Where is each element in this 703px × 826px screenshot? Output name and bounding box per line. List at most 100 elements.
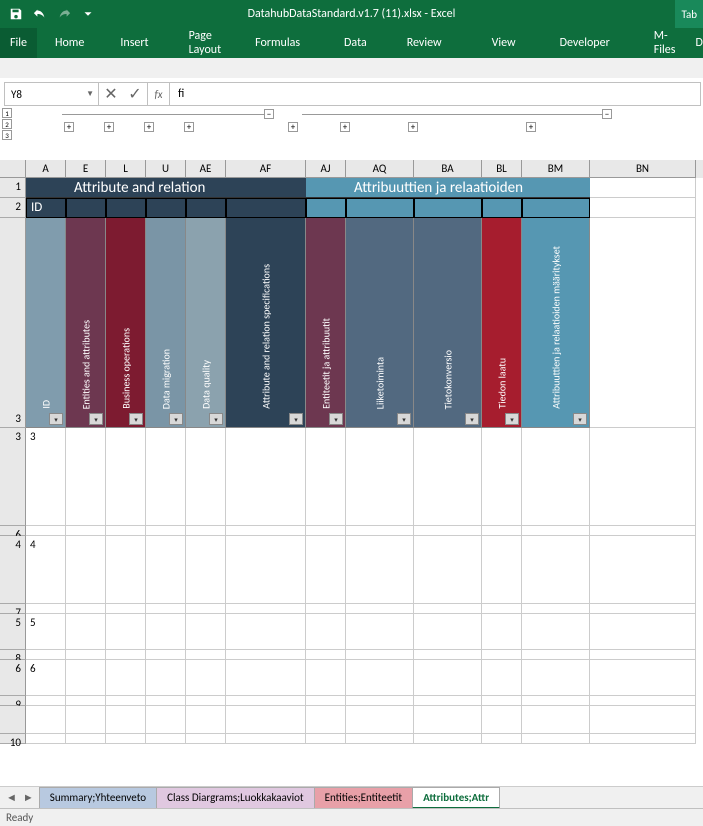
outline-level-2[interactable]: 2 (2, 119, 12, 129)
contextual-tab[interactable]: Tab (675, 0, 703, 28)
row-header[interactable]: 3 (0, 218, 26, 428)
ribbon-tab-home[interactable]: Home (45, 28, 94, 58)
col-header[interactable]: AF (226, 160, 306, 178)
ribbon-tab-view[interactable]: View (482, 28, 526, 58)
outline-expand-button[interactable]: + (104, 122, 114, 132)
cell[interactable] (186, 650, 226, 660)
cell[interactable] (66, 734, 106, 744)
outline-expand-button[interactable]: + (340, 122, 350, 132)
cell[interactable] (66, 660, 106, 696)
cell[interactable] (146, 428, 186, 526)
row-header[interactable]: 10 (0, 734, 26, 744)
cell[interactable] (226, 536, 306, 604)
col-header[interactable]: AJ (306, 160, 346, 178)
filter-dropdown[interactable]: ▾ (169, 413, 183, 425)
ribbon-tab-developer[interactable]: Developer (550, 28, 620, 58)
row-header[interactable]: 4 (0, 536, 26, 604)
cell[interactable] (522, 706, 590, 734)
cell[interactable] (414, 614, 482, 650)
prev-sheet-button[interactable]: ◄ (6, 791, 17, 804)
cell[interactable] (346, 660, 414, 696)
cell[interactable] (66, 526, 106, 536)
cell[interactable] (226, 706, 306, 734)
cell[interactable] (226, 660, 306, 696)
outline-collapse-button[interactable]: − (602, 109, 612, 119)
cell[interactable] (146, 660, 186, 696)
cell[interactable] (482, 650, 522, 660)
cell[interactable] (414, 428, 482, 526)
cell[interactable] (522, 650, 590, 660)
col-header[interactable]: BL (482, 160, 522, 178)
merged-title-2[interactable]: Attribuuttien ja relaatioiden (306, 178, 590, 198)
cell[interactable] (482, 660, 522, 696)
cell[interactable] (590, 428, 696, 526)
cell[interactable] (26, 650, 66, 660)
cell[interactable] (590, 696, 696, 706)
cell[interactable] (226, 734, 306, 744)
col-header[interactable]: BA (414, 160, 482, 178)
cell[interactable] (482, 696, 522, 706)
cell[interactable] (186, 696, 226, 706)
cell[interactable] (522, 526, 590, 536)
cell[interactable] (106, 536, 146, 604)
col-header[interactable]: L (106, 160, 146, 178)
cell[interactable] (414, 696, 482, 706)
column-header-cell[interactable]: ID▾ (26, 218, 66, 428)
outline-expand-button[interactable]: + (288, 122, 298, 132)
cell[interactable] (186, 526, 226, 536)
cell[interactable] (522, 428, 590, 526)
cell[interactable] (106, 526, 146, 536)
cell[interactable] (146, 604, 186, 614)
cell[interactable] (226, 198, 306, 218)
filter-dropdown[interactable]: ▾ (465, 413, 479, 425)
cell[interactable] (186, 660, 226, 696)
cell[interactable] (26, 734, 66, 744)
cell[interactable] (306, 614, 346, 650)
cell[interactable] (226, 526, 306, 536)
col-header[interactable]: E (66, 160, 106, 178)
outline-expand-button[interactable]: + (526, 122, 536, 132)
ribbon-tab-review[interactable]: Review (397, 28, 452, 58)
sheet-tab[interactable]: Class Diargrams;Luokkakaaviot (156, 787, 315, 809)
cell[interactable] (186, 734, 226, 744)
outline-expand-button[interactable]: + (64, 122, 74, 132)
filter-dropdown[interactable]: ▾ (89, 413, 103, 425)
outline-expand-button[interactable]: + (144, 122, 154, 132)
ribbon-tab-file[interactable]: File (0, 28, 37, 58)
column-header-cell[interactable]: Attribuuttien ja relaatioiden määritykse… (522, 218, 590, 428)
cell[interactable] (106, 696, 146, 706)
cell[interactable]: ID (26, 198, 66, 218)
outline-level-3[interactable]: 3 (2, 130, 12, 140)
enter-formula-button[interactable]: ✓ (123, 83, 147, 105)
cell[interactable] (226, 696, 306, 706)
cell[interactable] (306, 428, 346, 526)
cell[interactable] (346, 526, 414, 536)
outline-collapse-button[interactable]: − (264, 109, 274, 119)
cell[interactable] (414, 660, 482, 696)
cell[interactable] (590, 614, 696, 650)
col-header[interactable]: AQ (346, 160, 414, 178)
sheet-tab[interactable]: Summary;Yhteenveto (39, 787, 157, 809)
column-header-cell[interactable]: Attribute and relation specifications▾ (226, 218, 306, 428)
col-header[interactable]: BN (590, 160, 696, 178)
filter-dropdown[interactable]: ▾ (573, 413, 587, 425)
cell[interactable] (590, 536, 696, 604)
cell[interactable] (482, 536, 522, 604)
cell[interactable] (146, 614, 186, 650)
ribbon-tab-d[interactable]: D (685, 28, 703, 58)
cell[interactable] (186, 428, 226, 526)
cell[interactable] (482, 428, 522, 526)
column-header-cell[interactable]: Data migration▾ (146, 218, 186, 428)
namebox-dropdown-icon[interactable]: ▼ (86, 89, 94, 99)
cell[interactable] (106, 604, 146, 614)
ribbon-tab-m-files[interactable]: M-Files (644, 28, 686, 58)
cell[interactable] (306, 706, 346, 734)
cell[interactable] (306, 696, 346, 706)
cell[interactable] (346, 734, 414, 744)
row-header[interactable]: 3 (0, 428, 26, 526)
cell[interactable]: 4 (26, 536, 66, 604)
cell[interactable] (306, 536, 346, 604)
cell[interactable] (522, 734, 590, 744)
cell[interactable] (346, 604, 414, 614)
cell[interactable] (186, 198, 226, 218)
